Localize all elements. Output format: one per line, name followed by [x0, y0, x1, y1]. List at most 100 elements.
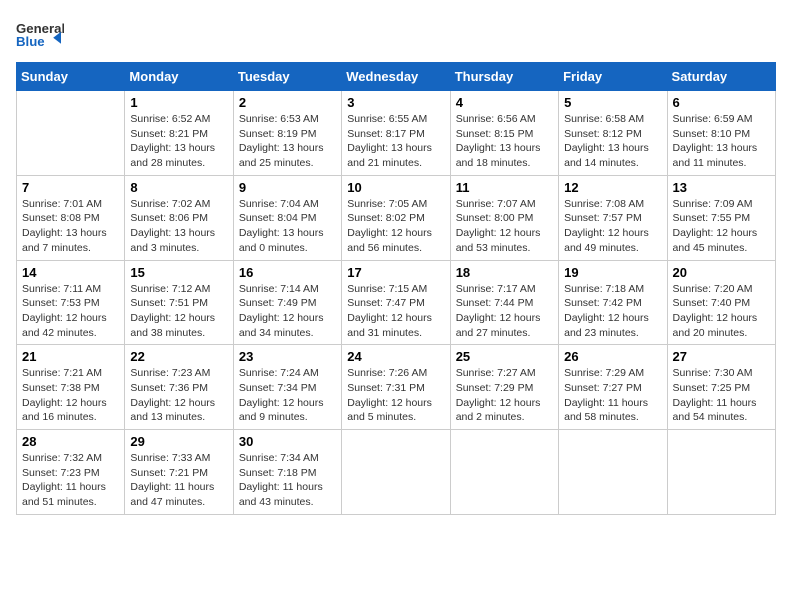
day-number: 10 — [347, 180, 444, 195]
day-info: Sunrise: 7:18 AMSunset: 7:42 PMDaylight:… — [564, 282, 661, 341]
calendar-week-5: 28Sunrise: 7:32 AMSunset: 7:23 PMDayligh… — [17, 430, 776, 515]
day-number: 29 — [130, 434, 227, 449]
day-number: 17 — [347, 265, 444, 280]
day-info: Sunrise: 6:55 AMSunset: 8:17 PMDaylight:… — [347, 112, 444, 171]
calendar-cell — [342, 430, 450, 515]
weekday-header-friday: Friday — [559, 63, 667, 91]
day-number: 26 — [564, 349, 661, 364]
day-number: 30 — [239, 434, 336, 449]
calendar-cell — [667, 430, 775, 515]
day-number: 27 — [673, 349, 770, 364]
day-info: Sunrise: 7:02 AMSunset: 8:06 PMDaylight:… — [130, 197, 227, 256]
calendar-cell: 20 Sunrise: 7:20 AMSunset: 7:40 PMDayligh… — [667, 260, 775, 345]
day-info: Sunrise: 7:17 AMSunset: 7:44 PMDaylight:… — [456, 282, 553, 341]
calendar-cell: 13 Sunrise: 7:09 AMSunset: 7:55 PMDayligh… — [667, 175, 775, 260]
day-info: Sunrise: 7:33 AMSunset: 7:21 PMDaylight:… — [130, 451, 227, 510]
calendar-cell — [559, 430, 667, 515]
day-number: 2 — [239, 95, 336, 110]
logo-svg: General Blue — [16, 16, 64, 54]
day-number: 20 — [673, 265, 770, 280]
day-number: 3 — [347, 95, 444, 110]
calendar-cell: 6 Sunrise: 6:59 AMSunset: 8:10 PMDaylight… — [667, 91, 775, 176]
day-info: Sunrise: 7:24 AMSunset: 7:34 PMDaylight:… — [239, 366, 336, 425]
day-info: Sunrise: 7:23 AMSunset: 7:36 PMDaylight:… — [130, 366, 227, 425]
calendar-cell: 16 Sunrise: 7:14 AMSunset: 7:49 PMDayligh… — [233, 260, 341, 345]
weekday-header-saturday: Saturday — [667, 63, 775, 91]
day-number: 21 — [22, 349, 119, 364]
day-number: 6 — [673, 95, 770, 110]
day-number: 22 — [130, 349, 227, 364]
day-info: Sunrise: 7:07 AMSunset: 8:00 PMDaylight:… — [456, 197, 553, 256]
day-info: Sunrise: 6:52 AMSunset: 8:21 PMDaylight:… — [130, 112, 227, 171]
day-number: 8 — [130, 180, 227, 195]
calendar-cell: 27 Sunrise: 7:30 AMSunset: 7:25 PMDayligh… — [667, 345, 775, 430]
day-number: 18 — [456, 265, 553, 280]
day-number: 12 — [564, 180, 661, 195]
day-number: 15 — [130, 265, 227, 280]
day-info: Sunrise: 7:21 AMSunset: 7:38 PMDaylight:… — [22, 366, 119, 425]
weekday-header-monday: Monday — [125, 63, 233, 91]
day-number: 13 — [673, 180, 770, 195]
day-info: Sunrise: 7:27 AMSunset: 7:29 PMDaylight:… — [456, 366, 553, 425]
weekday-header-tuesday: Tuesday — [233, 63, 341, 91]
day-number: 7 — [22, 180, 119, 195]
calendar-cell: 25 Sunrise: 7:27 AMSunset: 7:29 PMDayligh… — [450, 345, 558, 430]
calendar-week-1: 1 Sunrise: 6:52 AMSunset: 8:21 PMDaylight… — [17, 91, 776, 176]
calendar-cell: 14 Sunrise: 7:11 AMSunset: 7:53 PMDayligh… — [17, 260, 125, 345]
day-number: 25 — [456, 349, 553, 364]
day-number: 1 — [130, 95, 227, 110]
calendar-header: SundayMondayTuesdayWednesdayThursdayFrid… — [17, 63, 776, 91]
day-info: Sunrise: 6:58 AMSunset: 8:12 PMDaylight:… — [564, 112, 661, 171]
calendar-cell: 18 Sunrise: 7:17 AMSunset: 7:44 PMDayligh… — [450, 260, 558, 345]
day-info: Sunrise: 7:20 AMSunset: 7:40 PMDaylight:… — [673, 282, 770, 341]
calendar-cell: 11 Sunrise: 7:07 AMSunset: 8:00 PMDayligh… — [450, 175, 558, 260]
day-info: Sunrise: 7:32 AMSunset: 7:23 PMDaylight:… — [22, 451, 119, 510]
calendar-cell: 4Sunrise: 6:56 AMSunset: 8:15 PMDaylight… — [450, 91, 558, 176]
calendar-cell: 10 Sunrise: 7:05 AMSunset: 8:02 PMDayligh… — [342, 175, 450, 260]
day-info: Sunrise: 7:29 AMSunset: 7:27 PMDaylight:… — [564, 366, 661, 425]
calendar-cell: 5 Sunrise: 6:58 AMSunset: 8:12 PMDaylight… — [559, 91, 667, 176]
calendar-week-4: 21 Sunrise: 7:21 AMSunset: 7:38 PMDayligh… — [17, 345, 776, 430]
calendar-cell: 26 Sunrise: 7:29 AMSunset: 7:27 PMDayligh… — [559, 345, 667, 430]
day-info: Sunrise: 7:14 AMSunset: 7:49 PMDaylight:… — [239, 282, 336, 341]
day-info: Sunrise: 7:09 AMSunset: 7:55 PMDaylight:… — [673, 197, 770, 256]
day-number: 5 — [564, 95, 661, 110]
day-info: Sunrise: 7:12 AMSunset: 7:51 PMDaylight:… — [130, 282, 227, 341]
day-info: Sunrise: 7:15 AMSunset: 7:47 PMDaylight:… — [347, 282, 444, 341]
day-number: 19 — [564, 265, 661, 280]
calendar-cell: 9Sunrise: 7:04 AMSunset: 8:04 PMDaylight… — [233, 175, 341, 260]
day-info: Sunrise: 6:59 AMSunset: 8:10 PMDaylight:… — [673, 112, 770, 171]
day-info: Sunrise: 7:11 AMSunset: 7:53 PMDaylight:… — [22, 282, 119, 341]
calendar-cell: 23 Sunrise: 7:24 AMSunset: 7:34 PMDayligh… — [233, 345, 341, 430]
calendar-week-3: 14 Sunrise: 7:11 AMSunset: 7:53 PMDayligh… — [17, 260, 776, 345]
day-info: Sunrise: 6:56 AMSunset: 8:15 PMDaylight:… — [456, 112, 553, 171]
day-info: Sunrise: 7:30 AMSunset: 7:25 PMDaylight:… — [673, 366, 770, 425]
day-number: 9 — [239, 180, 336, 195]
calendar-cell: 29 Sunrise: 7:33 AMSunset: 7:21 PMDayligh… — [125, 430, 233, 515]
weekday-header-sunday: Sunday — [17, 63, 125, 91]
day-info: Sunrise: 6:53 AMSunset: 8:19 PMDaylight:… — [239, 112, 336, 171]
day-info: Sunrise: 7:34 AMSunset: 7:18 PMDaylight:… — [239, 451, 336, 510]
calendar-cell — [17, 91, 125, 176]
calendar-cell: 12 Sunrise: 7:08 AMSunset: 7:57 PMDayligh… — [559, 175, 667, 260]
calendar-cell: 8 Sunrise: 7:02 AMSunset: 8:06 PMDaylight… — [125, 175, 233, 260]
day-number: 23 — [239, 349, 336, 364]
day-number: 14 — [22, 265, 119, 280]
svg-text:Blue: Blue — [16, 34, 45, 49]
day-number: 16 — [239, 265, 336, 280]
calendar-cell: 17 Sunrise: 7:15 AMSunset: 7:47 PMDayligh… — [342, 260, 450, 345]
day-info: Sunrise: 7:26 AMSunset: 7:31 PMDaylight:… — [347, 366, 444, 425]
day-info: Sunrise: 7:08 AMSunset: 7:57 PMDaylight:… — [564, 197, 661, 256]
calendar-week-2: 7Sunrise: 7:01 AMSunset: 8:08 PMDaylight… — [17, 175, 776, 260]
page-header: General Blue — [16, 16, 776, 54]
calendar-cell: 22 Sunrise: 7:23 AMSunset: 7:36 PMDayligh… — [125, 345, 233, 430]
calendar-cell: 3 Sunrise: 6:55 AMSunset: 8:17 PMDaylight… — [342, 91, 450, 176]
day-info: Sunrise: 7:05 AMSunset: 8:02 PMDaylight:… — [347, 197, 444, 256]
weekday-header-wednesday: Wednesday — [342, 63, 450, 91]
calendar-cell: 19 Sunrise: 7:18 AMSunset: 7:42 PMDayligh… — [559, 260, 667, 345]
calendar-cell: 21 Sunrise: 7:21 AMSunset: 7:38 PMDayligh… — [17, 345, 125, 430]
logo: General Blue — [16, 16, 64, 54]
calendar-cell: 30 Sunrise: 7:34 AMSunset: 7:18 PMDayligh… — [233, 430, 341, 515]
calendar-cell: 28Sunrise: 7:32 AMSunset: 7:23 PMDayligh… — [17, 430, 125, 515]
day-number: 11 — [456, 180, 553, 195]
